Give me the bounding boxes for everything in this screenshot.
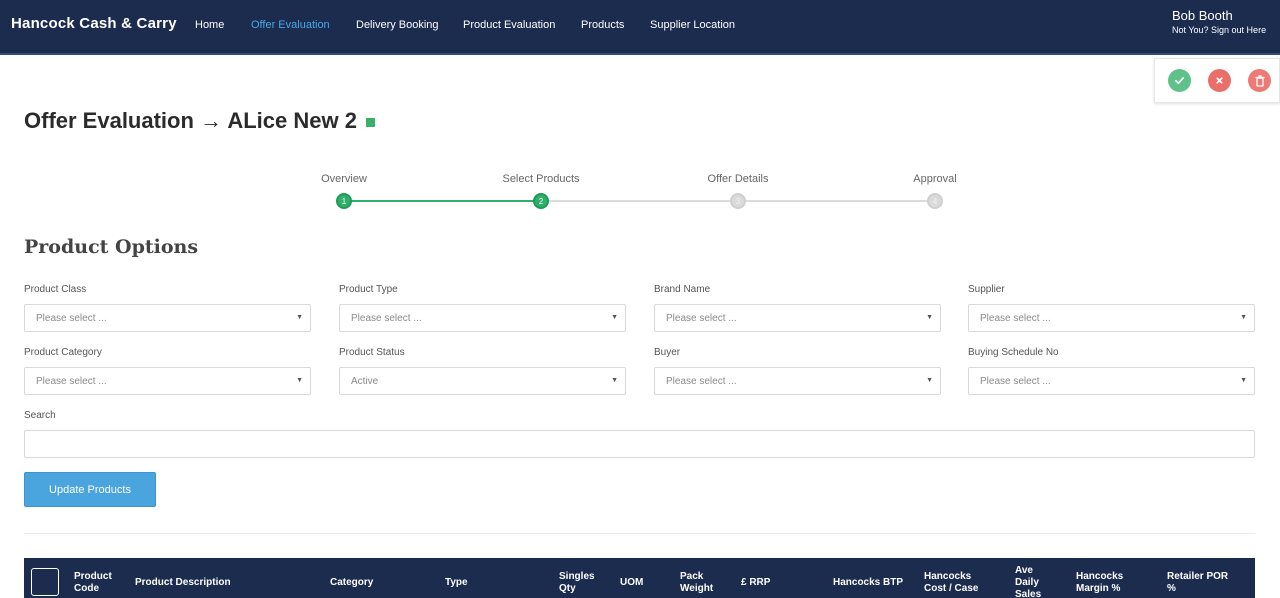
col-uom[interactable]: UOM xyxy=(620,577,660,589)
col-ave-daily-sales[interactable]: Ave Daily Sales xyxy=(1015,565,1051,598)
products-table-header: Product Code Product Description Categor… xyxy=(24,558,1255,598)
step-connector-2 xyxy=(541,200,738,202)
buyer-select[interactable]: Please select ... ▼ xyxy=(654,367,941,395)
product-category-select[interactable]: Please select ... ▼ xyxy=(24,367,311,395)
col-rrp[interactable]: £ RRP xyxy=(741,577,801,589)
caret-down-icon: ▼ xyxy=(1240,377,1247,384)
user-name: Bob Booth xyxy=(1172,8,1233,23)
select-value: Please select ... xyxy=(36,376,107,387)
select-value: Please select ... xyxy=(666,376,737,387)
col-hancocks-cost-case[interactable]: Hancocks Cost / Case xyxy=(924,571,996,595)
product-status-select[interactable]: Active ▼ xyxy=(339,367,626,395)
step-circle-4[interactable]: 4 xyxy=(927,193,943,209)
caret-down-icon: ▼ xyxy=(296,314,303,321)
select-value: Please select ... xyxy=(351,313,422,324)
nav-link-home[interactable]: Home xyxy=(195,19,224,31)
status-square-icon xyxy=(365,118,375,127)
nav-link-supplier-location[interactable]: Supplier Location xyxy=(650,19,735,31)
col-pack-weight[interactable]: Pack Weight xyxy=(680,571,722,595)
section-divider xyxy=(24,533,1255,534)
step-label-overview: Overview xyxy=(321,173,367,185)
col-hancocks-margin[interactable]: Hancocks Margin % xyxy=(1076,571,1136,595)
select-all-checkbox[interactable] xyxy=(31,568,59,596)
section-title: Product Options xyxy=(24,236,199,258)
sign-out-link[interactable]: Not You? Sign out Here xyxy=(1172,25,1266,35)
product-status-label: Product Status xyxy=(339,347,405,358)
select-value: Please select ... xyxy=(980,313,1051,324)
close-icon xyxy=(1216,77,1223,84)
supplier-select[interactable]: Please select ... ▼ xyxy=(968,304,1255,332)
brand-name-label: Brand Name xyxy=(654,284,711,295)
step-label-offer-details: Offer Details xyxy=(707,173,769,185)
delete-button[interactable] xyxy=(1248,69,1271,92)
step-connector-1 xyxy=(344,200,541,202)
step-circle-2[interactable]: 2 xyxy=(533,193,549,209)
caret-down-icon: ▼ xyxy=(926,314,933,321)
step-circle-1[interactable]: 1 xyxy=(336,193,352,209)
buying-schedule-no-label: Buying Schedule No xyxy=(968,347,1059,358)
caret-down-icon: ▼ xyxy=(926,377,933,384)
caret-down-icon: ▼ xyxy=(1240,314,1247,321)
nav-link-offer-evaluation[interactable]: Offer Evaluation xyxy=(251,19,330,31)
buying-schedule-no-select[interactable]: Please select ... ▼ xyxy=(968,367,1255,395)
caret-down-icon: ▼ xyxy=(611,377,618,384)
action-panel xyxy=(1154,58,1280,103)
select-value: Please select ... xyxy=(980,376,1051,387)
select-value: Please select ... xyxy=(36,313,107,324)
search-label: Search xyxy=(24,410,56,421)
product-class-label: Product Class xyxy=(24,284,87,295)
step-label-approval: Approval xyxy=(913,173,957,185)
approve-button[interactable] xyxy=(1168,69,1191,92)
product-type-select[interactable]: Please select ... ▼ xyxy=(339,304,626,332)
col-hancocks-btp[interactable]: Hancocks BTP xyxy=(833,577,913,589)
page-title-text: Offer Evaluation → ALice New 2 xyxy=(24,108,357,133)
step-label-select-products: Select Products xyxy=(502,173,580,185)
caret-down-icon: ▼ xyxy=(611,314,618,321)
col-retailer-por[interactable]: Retailer POR % xyxy=(1167,571,1231,595)
page-title: Offer Evaluation → ALice New 2 xyxy=(24,108,375,134)
col-type[interactable]: Type xyxy=(445,577,505,589)
brand-name-select[interactable]: Please select ... ▼ xyxy=(654,304,941,332)
check-icon xyxy=(1175,77,1184,85)
col-category[interactable]: Category xyxy=(330,577,410,589)
select-value: Active xyxy=(351,376,379,387)
product-type-label: Product Type xyxy=(339,284,398,295)
reject-button[interactable] xyxy=(1208,69,1231,92)
nav-link-product-evaluation[interactable]: Product Evaluation xyxy=(463,19,555,31)
caret-down-icon: ▼ xyxy=(296,377,303,384)
supplier-label: Supplier xyxy=(968,284,1005,295)
search-input[interactable] xyxy=(24,430,1255,458)
step-connector-3 xyxy=(738,200,935,202)
nav-link-products[interactable]: Products xyxy=(581,19,624,31)
col-product-code[interactable]: Product Code xyxy=(74,571,124,595)
update-products-button[interactable]: Update Products xyxy=(24,472,156,507)
col-product-description[interactable]: Product Description xyxy=(135,577,285,589)
nav-link-delivery-booking[interactable]: Delivery Booking xyxy=(356,19,439,31)
step-circle-3[interactable]: 3 xyxy=(730,193,746,209)
buyer-label: Buyer xyxy=(654,347,681,358)
col-singles-qty[interactable]: Singles Qty xyxy=(559,571,601,595)
trash-icon xyxy=(1254,74,1265,87)
product-category-label: Product Category xyxy=(24,347,102,358)
brand-logo[interactable]: Hancock Cash & Carry xyxy=(11,15,177,32)
select-value: Please select ... xyxy=(666,313,737,324)
top-navbar: Hancock Cash & Carry Home Offer Evaluati… xyxy=(0,0,1280,55)
product-class-select[interactable]: Please select ... ▼ xyxy=(24,304,311,332)
